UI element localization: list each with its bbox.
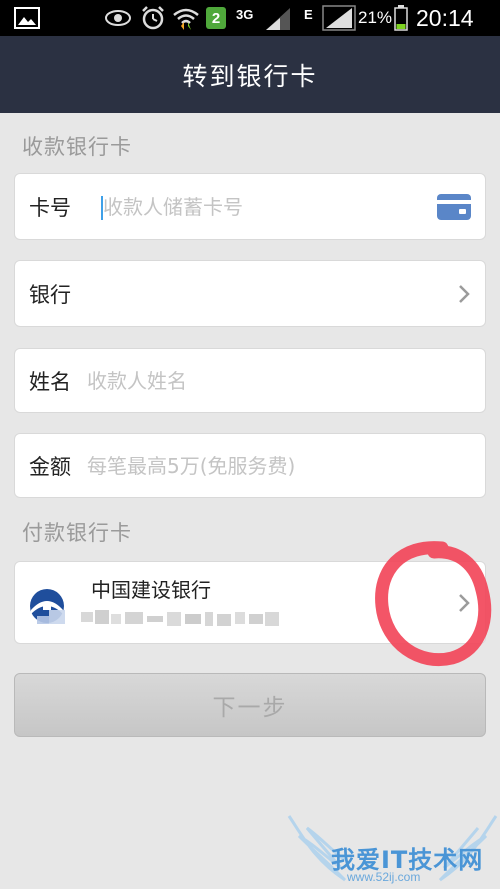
gallery-icon xyxy=(14,6,40,30)
chevron-right-icon xyxy=(459,284,470,303)
clock-time: 20:14 xyxy=(416,4,474,31)
bank-label: 银行 xyxy=(29,282,71,307)
bank-select-field[interactable]: 银行 xyxy=(14,260,486,327)
battery-percent: 21% xyxy=(358,8,393,27)
status-bar: 2 3G E 21% 20:14 xyxy=(0,0,500,36)
title-bar: 转到银行卡 xyxy=(0,36,500,113)
signal-strength-icon xyxy=(322,5,356,31)
payee-name-field[interactable]: 姓名 xyxy=(14,348,486,413)
amount-label: 金额 xyxy=(29,454,71,479)
wifi-icon xyxy=(172,6,200,30)
amount-input[interactable] xyxy=(87,453,427,478)
bank-card-scan-icon[interactable] xyxy=(437,193,471,220)
signal-strength-icon xyxy=(264,6,292,30)
site-watermark: 我爱IT技术网 www.52ij.com xyxy=(285,810,500,889)
payee-name-label: 姓名 xyxy=(29,369,71,394)
receive-section-label: 收款银行卡 xyxy=(22,135,132,159)
network-e-label: E xyxy=(304,6,313,22)
notification-badge: 2 xyxy=(206,6,226,30)
alarm-clock-icon xyxy=(140,6,166,30)
masked-card-number-blur xyxy=(81,610,279,626)
ccb-bank-logo-icon xyxy=(29,588,65,624)
card-number-label: 卡号 xyxy=(29,195,71,220)
watermark-title: 我爱IT技术网 xyxy=(331,846,484,874)
pay-section-label: 付款银行卡 xyxy=(22,521,132,545)
pay-bank-name: 中国建设银行 xyxy=(91,578,211,602)
card-number-field[interactable]: 卡号 xyxy=(14,173,486,240)
page-title: 转到银行卡 xyxy=(182,61,318,91)
payee-name-input[interactable] xyxy=(87,368,427,393)
notification-count: 2 xyxy=(211,9,221,27)
chevron-right-icon xyxy=(459,593,470,612)
watermark-url: www.52ij.com xyxy=(347,870,421,884)
network-3g-label: 3G xyxy=(236,6,254,22)
amount-field[interactable]: 金额 xyxy=(14,433,486,498)
pay-bank-card-selector[interactable]: 中国建设银行 xyxy=(14,561,486,644)
eye-icon xyxy=(104,6,132,30)
battery-icon xyxy=(394,5,408,31)
next-step-button[interactable]: 下一步 xyxy=(14,673,486,737)
card-number-input[interactable] xyxy=(103,194,443,219)
wing-logo-icon xyxy=(287,815,498,882)
